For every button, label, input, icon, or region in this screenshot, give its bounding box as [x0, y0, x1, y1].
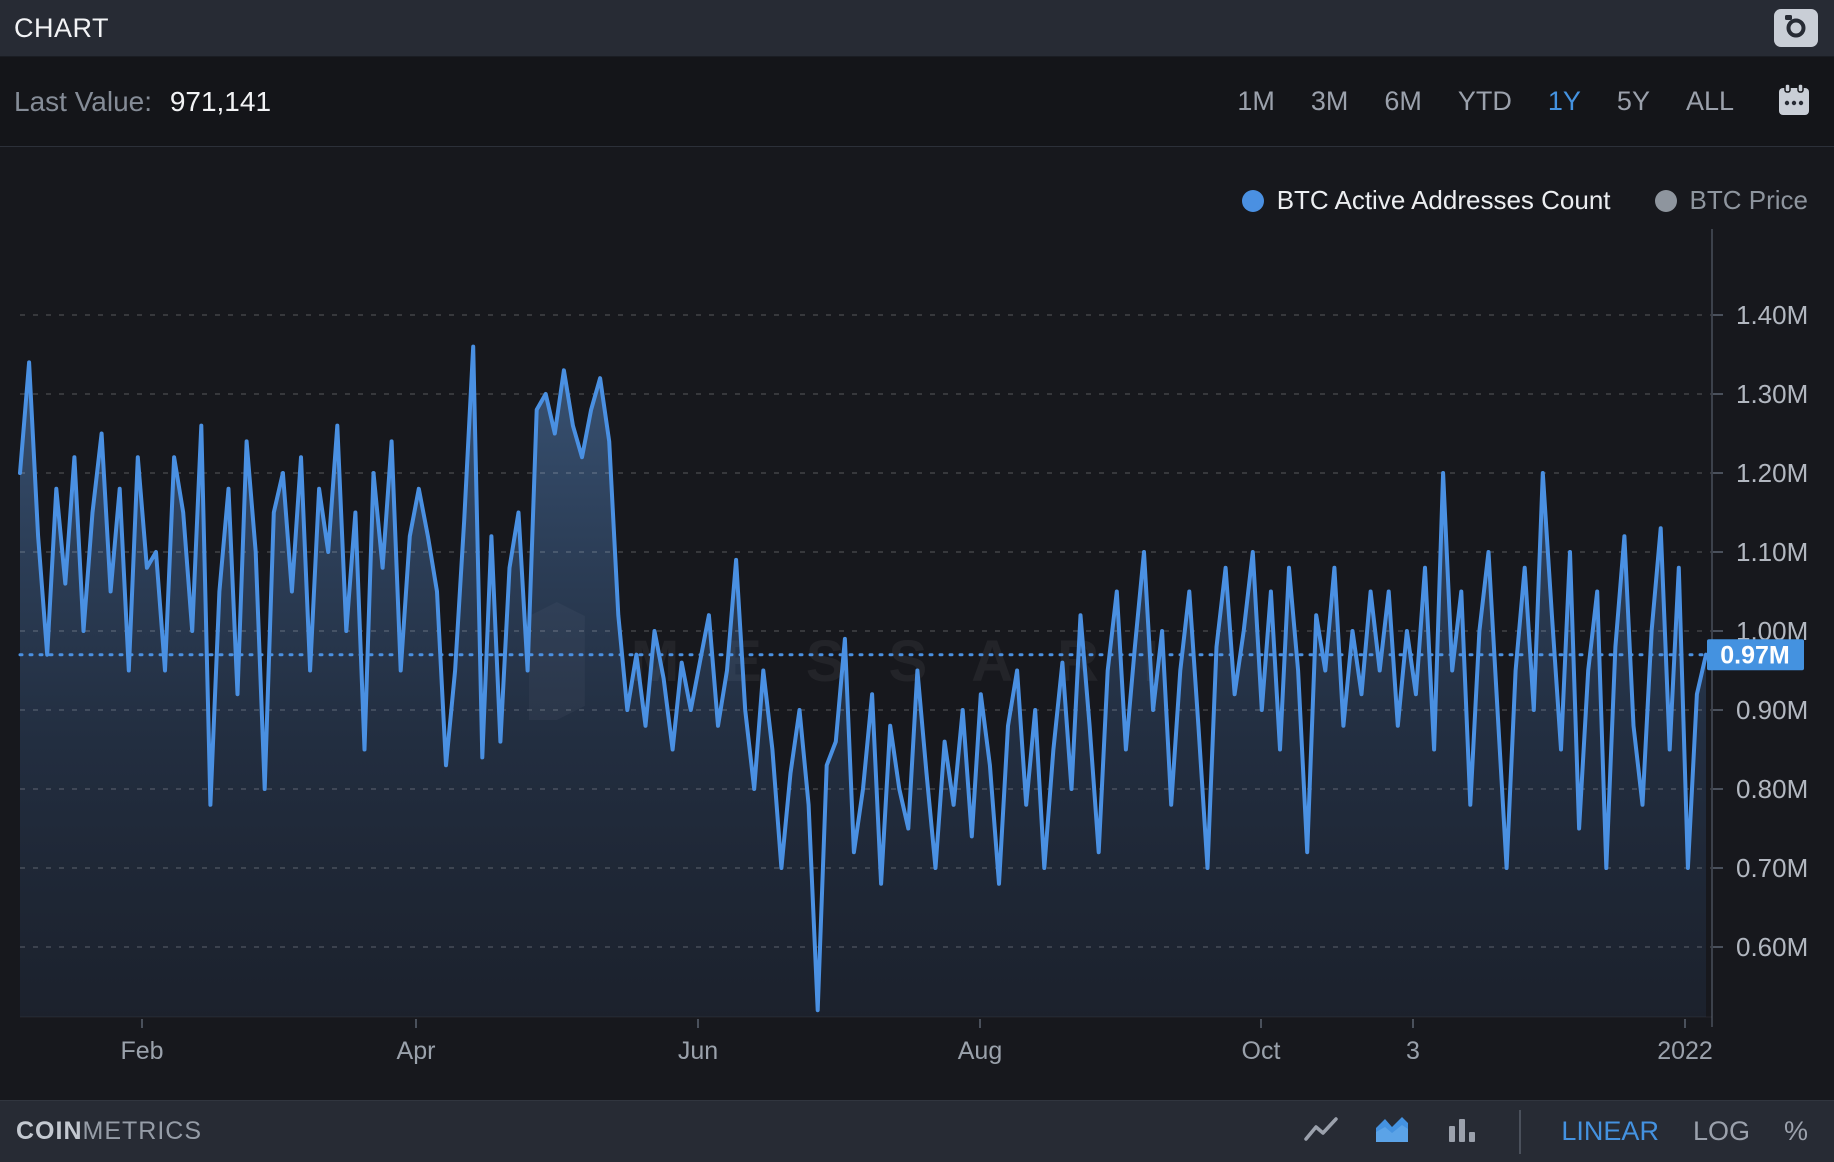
range-button-5y[interactable]: 5Y — [1617, 86, 1650, 117]
line-chart-icon — [1303, 1115, 1339, 1148]
price-chart-canvas[interactable]: 1.40M1.30M1.20M1.10M1.00M0.90M0.80M0.70M… — [0, 147, 1834, 1100]
current-value-badge-label: 0.97M — [1720, 642, 1789, 670]
coinmetrics-attribution: COINMETRICS — [16, 1117, 202, 1146]
camera-icon — [1781, 15, 1811, 41]
series-area-fill — [20, 347, 1706, 1017]
y-axis-label: 1.30M — [1736, 379, 1808, 409]
range-selector: 1M 3M 6M YTD 1Y 5Y ALL — [1237, 82, 1812, 121]
x-axis-label: Apr — [397, 1037, 436, 1065]
screenshot-button[interactable] — [1774, 9, 1818, 47]
x-axis-label: Jun — [678, 1037, 718, 1065]
range-button-1m[interactable]: 1M — [1237, 86, 1275, 117]
legend-item-btc-price[interactable]: BTC Price — [1655, 185, 1808, 216]
scale-log-button[interactable]: LOG — [1693, 1116, 1750, 1147]
last-value: 971,141 — [170, 86, 271, 117]
x-axis-label: Feb — [120, 1037, 163, 1065]
legend-label-active-addresses: BTC Active Addresses Count — [1277, 185, 1611, 216]
y-axis-label: 0.80M — [1736, 774, 1808, 804]
legend-label-btc-price: BTC Price — [1690, 185, 1808, 216]
chart-type-and-scale-controls: LINEAR LOG % — [1303, 1110, 1808, 1154]
last-value-label: Last Value: — [14, 86, 152, 117]
y-axis-label: 1.20M — [1736, 458, 1808, 488]
scale-linear-button[interactable]: LINEAR — [1561, 1116, 1659, 1147]
brand-coin: COIN — [16, 1117, 83, 1145]
calendar-icon — [1776, 82, 1812, 121]
last-value-readout: Last Value: 971,141 — [14, 86, 271, 118]
bar-chart-icon — [1445, 1114, 1479, 1149]
chart-area[interactable]: MESSARI 1.40M1.30M1.20M1.10M1.00M0.90M0.… — [0, 147, 1834, 1100]
range-button-3m[interactable]: 3M — [1311, 86, 1349, 117]
page-title: CHART — [14, 13, 109, 44]
x-axis-label: 3 — [1406, 1037, 1420, 1065]
y-axis-label: 1.40M — [1736, 300, 1808, 330]
bar-chart-type-button[interactable] — [1445, 1114, 1479, 1149]
y-axis-label: 0.60M — [1736, 932, 1808, 962]
range-button-1y[interactable]: 1Y — [1548, 86, 1581, 117]
area-chart-icon — [1373, 1114, 1411, 1149]
date-picker-button[interactable] — [1776, 82, 1812, 121]
chart-footer: COINMETRICS — [0, 1100, 1834, 1162]
legend-dot-gray-icon — [1655, 190, 1677, 212]
brand-metrics: METRICS — [83, 1117, 203, 1145]
x-axis-label: Aug — [958, 1037, 1002, 1065]
chart-legend: BTC Active Addresses Count BTC Price — [1242, 185, 1808, 216]
window-titlebar: CHART — [0, 0, 1834, 57]
scale-percent-button[interactable]: % — [1784, 1116, 1808, 1147]
chart-toolbar: Last Value: 971,141 1M 3M 6M YTD 1Y 5Y A… — [0, 57, 1834, 147]
legend-item-active-addresses[interactable]: BTC Active Addresses Count — [1242, 185, 1611, 216]
legend-dot-blue-icon — [1242, 190, 1264, 212]
y-axis-label: 0.90M — [1736, 695, 1808, 725]
area-chart-type-button[interactable] — [1373, 1114, 1411, 1149]
footer-divider — [1519, 1110, 1521, 1154]
range-button-ytd[interactable]: YTD — [1458, 86, 1512, 117]
chart-app-window: CHART Last Value: 971,141 1M 3M 6M YTD 1… — [0, 0, 1834, 1162]
y-axis-label: 0.70M — [1736, 853, 1808, 883]
x-axis-label: Oct — [1242, 1037, 1281, 1065]
range-button-6m[interactable]: 6M — [1384, 86, 1422, 117]
range-button-all[interactable]: ALL — [1686, 86, 1734, 117]
x-axis-label: 2022 — [1657, 1037, 1713, 1065]
y-axis-label: 1.10M — [1736, 537, 1808, 567]
line-chart-type-button[interactable] — [1303, 1115, 1339, 1148]
